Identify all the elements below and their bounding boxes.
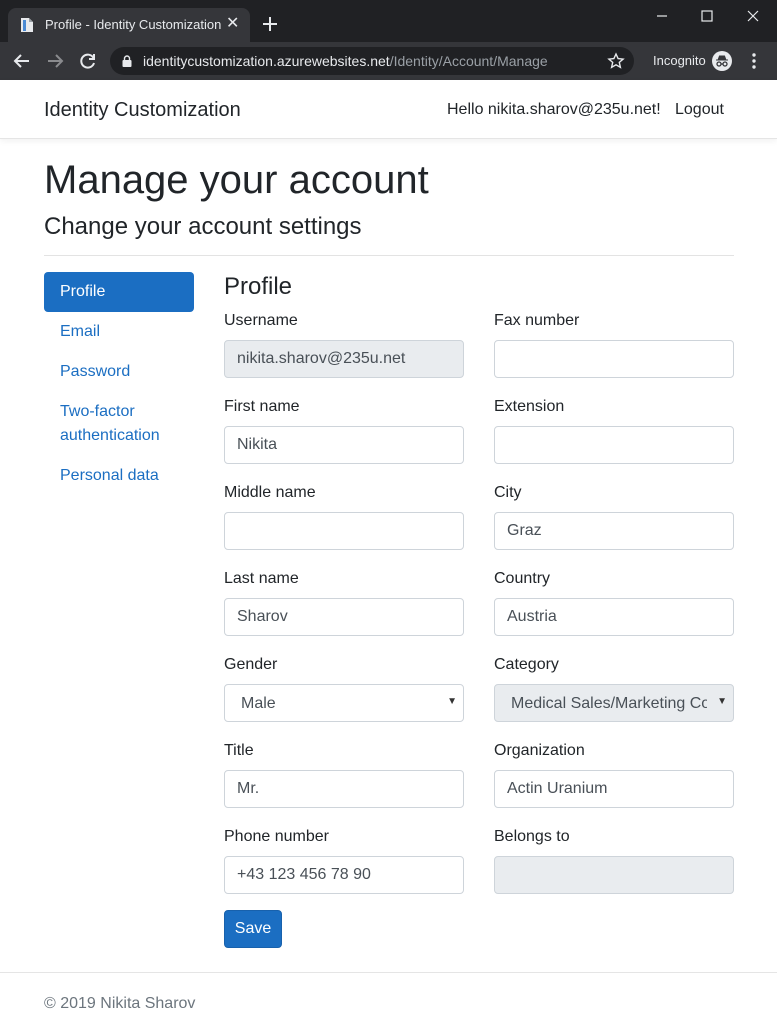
site-navbar: Identity Customization Hello nikita.shar…: [0, 80, 777, 139]
sidenav-item-two-factor[interactable]: Two-factor authentication: [44, 392, 194, 456]
belongs-to-field[interactable]: [494, 856, 734, 894]
gender-selected-value: Male: [241, 695, 276, 712]
organization-group: Organization: [494, 742, 734, 808]
back-arrow-icon[interactable]: [12, 51, 32, 71]
footer-copyright: © 2019 Nikita Sharov: [44, 995, 196, 1012]
maximize-icon[interactable]: [697, 6, 717, 26]
sidenav-item-email[interactable]: Email: [44, 312, 194, 352]
brand-link[interactable]: Identity Customization: [44, 99, 241, 122]
organization-field[interactable]: [494, 770, 734, 808]
city-field[interactable]: [494, 512, 734, 550]
manage-sidenav: Profile Email Password Two-factor authen…: [44, 272, 194, 496]
save-button[interactable]: Save: [224, 910, 282, 948]
category-selected-value: Medical Sales/Marketing Co: [511, 695, 707, 712]
phone-label: Phone number: [224, 828, 329, 845]
category-select[interactable]: Medical Sales/Marketing Co ▼: [494, 684, 734, 722]
fax-field[interactable]: [494, 340, 734, 378]
sidenav-item-profile[interactable]: Profile: [44, 272, 194, 312]
last-name-field[interactable]: [224, 598, 464, 636]
category-label: Category: [494, 656, 559, 673]
site-footer: © 2019 Nikita Sharov: [0, 972, 777, 1034]
extension-group: Extension: [494, 398, 734, 464]
browser-chrome: Profile - Identity Customization ✕ ident…: [0, 0, 777, 80]
belongs-to-group: Belongs to: [494, 828, 734, 894]
extension-field[interactable]: [494, 426, 734, 464]
extension-label: Extension: [494, 398, 565, 415]
fax-group: Fax number: [494, 312, 734, 378]
profile-form-title: Profile: [224, 273, 293, 300]
chevron-down-icon: ▼: [447, 696, 457, 707]
gender-select[interactable]: Male ▼: [224, 684, 464, 722]
organization-label: Organization: [494, 742, 585, 759]
city-group: City: [494, 484, 734, 550]
fax-label: Fax number: [494, 312, 580, 329]
middle-name-group: Middle name: [224, 484, 464, 550]
incognito-icon[interactable]: [711, 50, 733, 72]
lock-icon: [122, 55, 132, 67]
divider: [44, 255, 734, 256]
browser-menu-icon[interactable]: [750, 52, 758, 70]
country-label: Country: [494, 570, 551, 587]
browser-toolbar: identitycustomization.azurewebsites.net/…: [0, 42, 777, 80]
gender-label: Gender: [224, 656, 278, 673]
city-label: City: [494, 484, 522, 501]
username-field[interactable]: [224, 340, 464, 378]
bookmark-star-icon[interactable]: [607, 52, 625, 70]
hello-user-link[interactable]: Hello nikita.sharov@235u.net!: [447, 101, 661, 119]
category-group: Category Medical Sales/Marketing Co ▼: [494, 656, 734, 722]
address-bar[interactable]: identitycustomization.azurewebsites.net/…: [110, 47, 634, 75]
sidenav-item-password[interactable]: Password: [44, 352, 194, 392]
tab-title: Profile - Identity Customization: [45, 17, 222, 32]
country-field[interactable]: [494, 598, 734, 636]
phone-field[interactable]: [224, 856, 464, 894]
tab-strip: Profile - Identity Customization ✕: [0, 0, 777, 42]
last-name-group: Last name: [224, 570, 464, 636]
logout-link[interactable]: Logout: [675, 101, 724, 119]
middle-name-field[interactable]: [224, 512, 464, 550]
url-text: identitycustomization.azurewebsites.net/…: [143, 53, 548, 69]
first-name-label: First name: [224, 398, 300, 415]
reload-icon[interactable]: [78, 51, 98, 71]
country-group: Country: [494, 570, 734, 636]
phone-group: Phone number: [224, 828, 464, 894]
page-title: Manage your account: [44, 158, 429, 202]
page-favicon-icon: [21, 18, 33, 32]
username-group: Username: [224, 312, 464, 378]
tab-close-icon[interactable]: ✕: [226, 15, 239, 33]
last-name-label: Last name: [224, 570, 299, 587]
first-name-group: First name: [224, 398, 464, 464]
first-name-field[interactable]: [224, 426, 464, 464]
incognito-label: Incognito: [653, 53, 706, 68]
belongs-to-label: Belongs to: [494, 828, 570, 845]
gender-group: Gender Male ▼: [224, 656, 464, 722]
title-group: Title: [224, 742, 464, 808]
new-tab-icon[interactable]: [260, 14, 280, 34]
title-field[interactable]: [224, 770, 464, 808]
page-subtitle: Change your account settings: [44, 213, 362, 240]
username-label: Username: [224, 312, 298, 329]
title-label: Title: [224, 742, 254, 759]
chevron-down-icon: ▼: [717, 696, 727, 707]
middle-name-label: Middle name: [224, 484, 316, 501]
browser-tab[interactable]: Profile - Identity Customization ✕: [8, 8, 250, 42]
sidenav-item-personal-data[interactable]: Personal data: [44, 456, 194, 496]
forward-arrow-icon[interactable]: [45, 51, 65, 71]
minimize-icon[interactable]: [652, 6, 672, 26]
window-close-icon[interactable]: [743, 6, 763, 26]
